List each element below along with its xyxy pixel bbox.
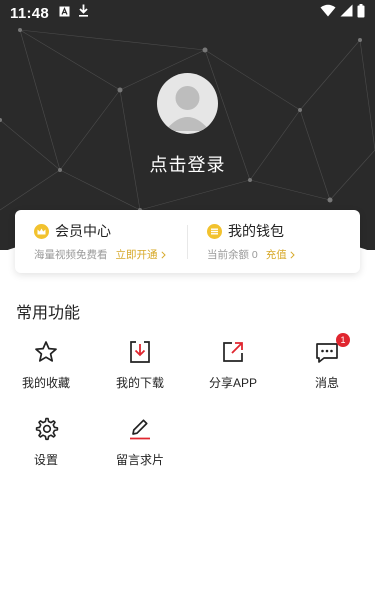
wifi-icon bbox=[320, 4, 336, 22]
chevron-right-icon bbox=[160, 250, 166, 259]
message-icon: 1 bbox=[314, 333, 350, 365]
downloads-item[interactable]: 我的下载 bbox=[95, 339, 185, 391]
cell-signal-icon bbox=[340, 4, 353, 22]
account-card: 会员中心 海量视频免费看 立即开通 我的钱包 当前余额 0 充值 bbox=[15, 210, 360, 273]
recharge-link[interactable]: 充值 bbox=[266, 247, 287, 262]
membership-title: 会员中心 bbox=[55, 223, 111, 239]
default-user-icon bbox=[165, 86, 210, 131]
edit-icon bbox=[127, 416, 153, 442]
wallet[interactable]: 我的钱包 当前余额 0 充值 bbox=[188, 221, 360, 262]
membership-open-link[interactable]: 立即开通 bbox=[116, 247, 158, 262]
avatar[interactable] bbox=[157, 73, 218, 134]
crown-icon bbox=[34, 223, 49, 239]
status-bar: 11:48 bbox=[0, 0, 375, 26]
messages-label: 消息 bbox=[314, 376, 339, 390]
download-status-icon bbox=[78, 4, 89, 22]
message-badge: 1 bbox=[336, 333, 350, 347]
share-app-item[interactable]: 分享APP bbox=[188, 339, 278, 391]
status-time: 11:48 bbox=[10, 4, 50, 22]
chevron-right-icon bbox=[290, 250, 295, 259]
wallet-title: 我的钱包 bbox=[228, 223, 284, 239]
notification-app-icon bbox=[59, 4, 70, 22]
settings-item[interactable]: 设置 bbox=[1, 416, 91, 468]
request-movie-item[interactable]: 留言求片 bbox=[95, 416, 185, 468]
favorites-label: 我的收藏 bbox=[21, 376, 70, 390]
wallet-coin-icon bbox=[207, 223, 222, 239]
share-icon bbox=[220, 339, 246, 365]
login-button[interactable]: 点击登录 bbox=[0, 151, 375, 177]
favorites-item[interactable]: 我的收藏 bbox=[1, 339, 91, 391]
membership-center[interactable]: 会员中心 海量视频免费看 立即开通 bbox=[15, 221, 187, 262]
downloads-label: 我的下载 bbox=[115, 376, 164, 390]
messages-item[interactable]: 1 消息 bbox=[282, 333, 372, 391]
download-icon bbox=[127, 339, 153, 365]
star-icon bbox=[33, 339, 59, 365]
wallet-balance: 当前余额 0 bbox=[207, 249, 258, 261]
settings-label: 设置 bbox=[33, 453, 58, 467]
gear-icon bbox=[33, 416, 59, 442]
section-title: 常用功能 bbox=[16, 305, 81, 322]
request-movie-label: 留言求片 bbox=[115, 453, 164, 467]
share-app-label: 分享APP bbox=[208, 376, 257, 390]
battery-icon bbox=[357, 3, 365, 23]
membership-subtitle: 海量视频免费看 bbox=[34, 249, 108, 261]
